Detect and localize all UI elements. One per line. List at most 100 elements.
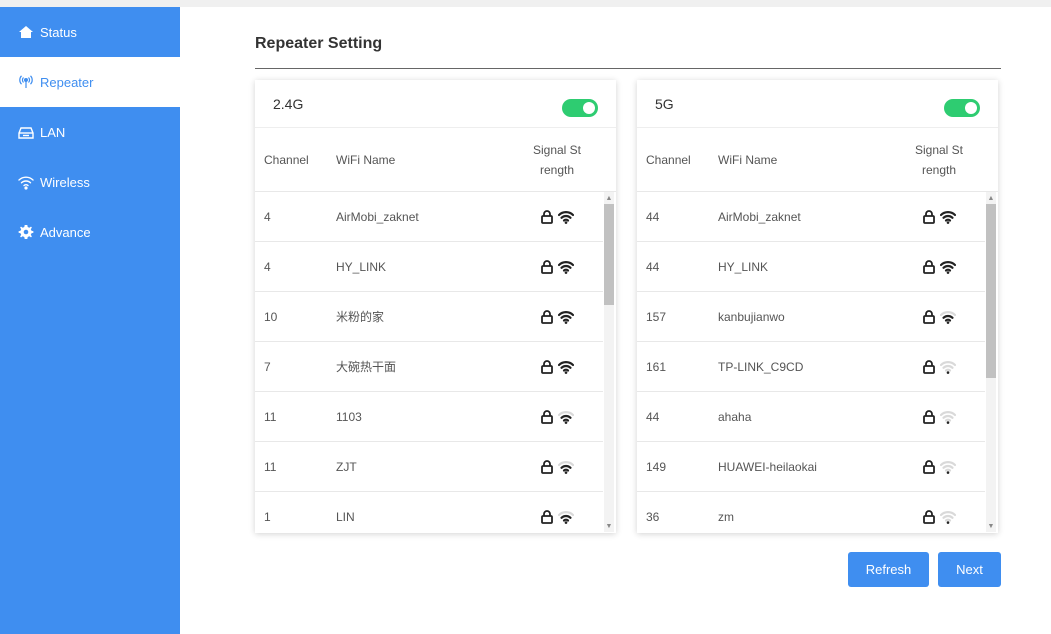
- table-row[interactable]: 36 zm: [637, 492, 985, 532]
- row-signal: [522, 209, 592, 224]
- wifi-signal-icon: [940, 310, 956, 324]
- row-wifi-name: AirMobi_zaknet: [718, 209, 801, 224]
- band-2g-toggle[interactable]: [562, 98, 598, 117]
- scroll-down-arrow-icon[interactable]: ▼: [604, 520, 614, 532]
- wifi-signal-icon: [558, 310, 574, 324]
- panel-2g: 2.4G Channel WiFi Name Signal St rength …: [255, 80, 616, 533]
- table-row[interactable]: 11 1103: [255, 392, 603, 442]
- lock-icon: [923, 209, 935, 224]
- panel-header: 5G: [637, 80, 998, 128]
- table-header: Channel WiFi Name Signal St rength: [255, 128, 616, 192]
- row-signal: [522, 309, 592, 324]
- column-header-channel: Channel: [264, 152, 309, 167]
- table-row[interactable]: 157 kanbujianwo: [637, 292, 985, 342]
- lock-icon: [541, 259, 553, 274]
- wifi-signal-icon: [558, 460, 574, 474]
- broadcast-icon: [18, 74, 34, 90]
- sidebar-item-status[interactable]: Status: [0, 7, 180, 57]
- sidebar: Status Repeater LAN Wireless Advance: [0, 7, 180, 634]
- panel-header: 2.4G: [255, 80, 616, 128]
- gear-icon: [18, 224, 34, 240]
- table-row[interactable]: 1 LIN: [255, 492, 603, 532]
- row-wifi-name: TP-LINK_C9CD: [718, 359, 804, 374]
- scroll-up-arrow-icon[interactable]: ▲: [986, 192, 996, 204]
- table-row[interactable]: 44 AirMobi_zaknet: [637, 192, 985, 242]
- home-icon: [18, 24, 34, 40]
- lock-icon: [923, 509, 935, 524]
- sidebar-item-label: LAN: [40, 124, 66, 140]
- column-header-wifi-name: WiFi Name: [718, 152, 778, 167]
- table-row[interactable]: 4 AirMobi_zaknet: [255, 192, 603, 242]
- sidebar-item-advance[interactable]: Advance: [0, 207, 180, 257]
- column-header-signal-line1: Signal St: [914, 142, 964, 157]
- row-signal: [904, 209, 974, 224]
- title-divider: [255, 68, 1001, 69]
- column-header-channel: Channel: [646, 152, 691, 167]
- row-signal: [904, 259, 974, 274]
- row-channel: 44: [646, 259, 660, 274]
- row-signal: [522, 359, 592, 374]
- scrollbar[interactable]: ▲ ▼: [986, 192, 996, 532]
- row-signal: [904, 409, 974, 424]
- lock-icon: [541, 309, 553, 324]
- lock-icon: [923, 409, 935, 424]
- scroll-thumb[interactable]: [986, 204, 996, 378]
- wifi-signal-icon: [940, 260, 956, 274]
- table-row[interactable]: 11 ZJT: [255, 442, 603, 492]
- wifi-signal-icon: [558, 260, 574, 274]
- row-wifi-name: zm: [718, 509, 734, 524]
- column-header-signal-line2: rength: [921, 162, 957, 177]
- table-row[interactable]: 44 ahaha: [637, 392, 985, 442]
- row-wifi-name: ahaha: [718, 409, 752, 424]
- band-5g-toggle[interactable]: [944, 98, 980, 117]
- band-label: 5G: [655, 95, 674, 112]
- table-row[interactable]: 149 HUAWEI-heilaokai: [637, 442, 985, 492]
- row-wifi-name: HY_LINK: [718, 259, 769, 274]
- column-header-signal-line1: Signal St: [532, 142, 582, 157]
- row-wifi-name: HY_LINK: [336, 259, 387, 274]
- row-wifi-name: HUAWEI-heilaokai: [718, 459, 817, 474]
- next-button[interactable]: Next: [938, 552, 1001, 587]
- row-signal: [904, 459, 974, 474]
- row-wifi-name: kanbujianwo: [718, 309, 785, 324]
- wifi-signal-icon: [940, 210, 956, 224]
- table-row[interactable]: 4 HY_LINK: [255, 242, 603, 292]
- page-title: Repeater Setting: [255, 35, 383, 52]
- row-signal: [904, 359, 974, 374]
- row-channel: 1: [264, 509, 271, 524]
- row-channel: 36: [646, 509, 660, 524]
- row-signal: [904, 309, 974, 324]
- scroll-down-arrow-icon[interactable]: ▼: [986, 520, 996, 532]
- table-row[interactable]: 44 HY_LINK: [637, 242, 985, 292]
- scrollbar[interactable]: ▲ ▼: [604, 192, 614, 532]
- row-wifi-name: ZJT: [336, 459, 357, 474]
- row-channel: 44: [646, 209, 660, 224]
- sidebar-item-repeater[interactable]: Repeater: [0, 57, 180, 107]
- sidebar-item-label: Status: [40, 24, 77, 40]
- lock-icon: [923, 359, 935, 374]
- sidebar-item-wireless[interactable]: Wireless: [0, 157, 180, 207]
- lock-icon: [541, 209, 553, 224]
- scroll-up-arrow-icon[interactable]: ▲: [604, 192, 614, 204]
- sidebar-item-label: Wireless: [40, 174, 90, 190]
- table-row[interactable]: 10 米粉的家: [255, 292, 603, 342]
- lan-icon: [18, 124, 34, 140]
- wifi-signal-icon: [558, 410, 574, 424]
- row-wifi-name: 大碗热干面: [336, 360, 397, 374]
- column-header-wifi-name: WiFi Name: [336, 152, 396, 167]
- lock-icon: [541, 459, 553, 474]
- table-row[interactable]: 161 TP-LINK_C9CD: [637, 342, 985, 392]
- top-strip: [0, 0, 1051, 7]
- table-row[interactable]: 7 大碗热干面: [255, 342, 603, 392]
- sidebar-item-label: Repeater: [40, 74, 94, 90]
- row-channel: 161: [646, 359, 667, 374]
- refresh-button[interactable]: Refresh: [848, 552, 929, 587]
- sidebar-item-lan[interactable]: LAN: [0, 107, 180, 157]
- lock-icon: [541, 409, 553, 424]
- row-channel: 4: [264, 209, 271, 224]
- wifi-signal-icon: [940, 510, 956, 524]
- row-signal: [522, 409, 592, 424]
- scroll-thumb[interactable]: [604, 204, 614, 305]
- wifi-signal-icon: [940, 410, 956, 424]
- row-wifi-name: AirMobi_zaknet: [336, 209, 419, 224]
